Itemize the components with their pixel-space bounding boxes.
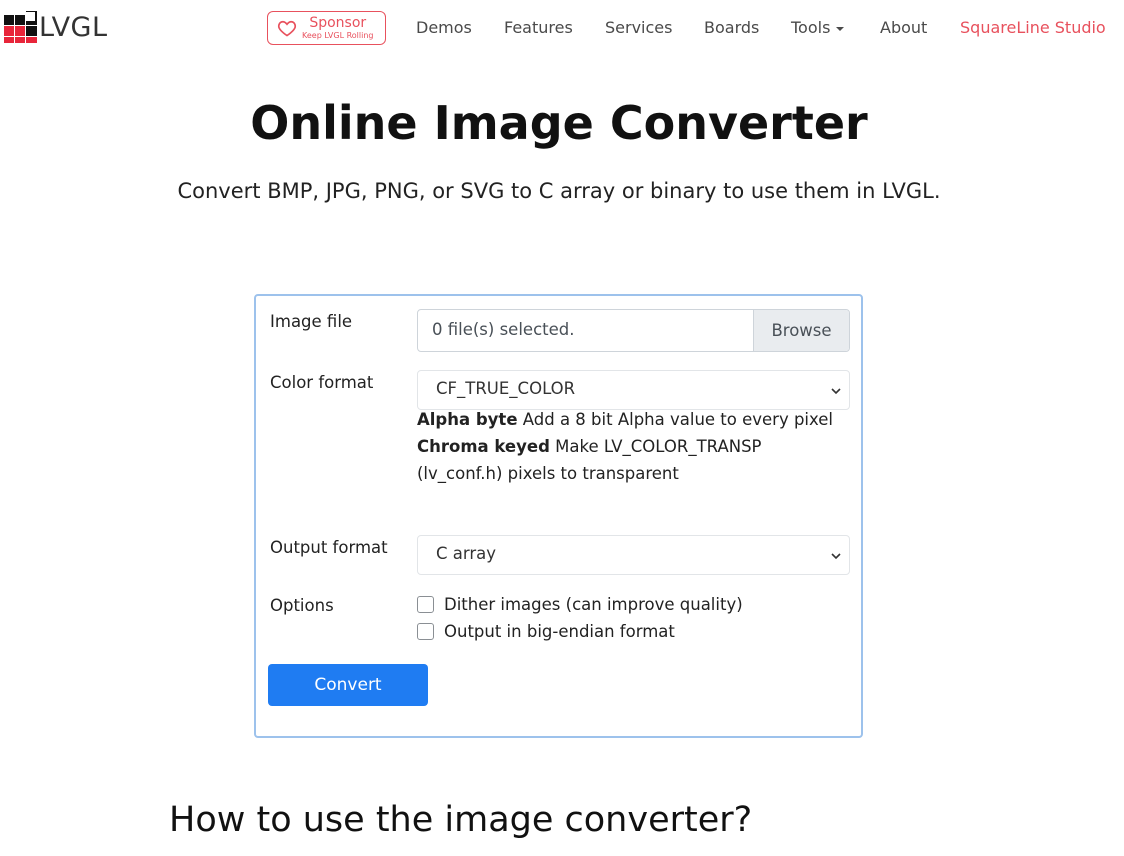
big-endian-label: Output in big-endian format [444, 622, 675, 641]
help-chroma: Chroma keyed Make LV_COLOR_TRANSP (lv_co… [417, 433, 847, 487]
output-format-label: Output format [270, 538, 388, 557]
how-to-heading: How to use the image converter? [169, 800, 753, 840]
help-alpha-title: Alpha byte [417, 410, 518, 429]
converter-form: Image file 0 file(s) selected. Browse Co… [254, 294, 863, 738]
color-format-select[interactable]: CF_TRUE_COLOR [417, 370, 850, 410]
dither-option[interactable]: Dither images (can improve quality) [417, 595, 743, 614]
image-file-label: Image file [270, 312, 353, 331]
nav-demos[interactable]: Demos [416, 18, 472, 37]
nav-services[interactable]: Services [605, 18, 672, 37]
options-label: Options [270, 596, 334, 615]
nav-features[interactable]: Features [504, 18, 573, 37]
help-alpha: Alpha byte Add a 8 bit Alpha value to ev… [417, 406, 847, 433]
page-title: Online Image Converter [250, 96, 868, 150]
nav-about[interactable]: About [880, 18, 927, 37]
navbar: LVGL Sponsor Keep LVGL Rolling Demos Fea… [0, 0, 1124, 56]
help-chroma-title: Chroma keyed [417, 437, 550, 456]
color-format-help: Alpha byte Add a 8 bit Alpha value to ev… [417, 406, 847, 487]
chevron-down-icon [831, 388, 841, 395]
nav-menu: Demos Features Services Boards Tools Abo… [0, 0, 1124, 56]
help-alpha-text: Add a 8 bit Alpha value to every pixel [517, 410, 834, 429]
dither-label: Dither images (can improve quality) [444, 595, 743, 614]
page-subtitle: Convert BMP, JPG, PNG, or SVG to C array… [177, 179, 941, 203]
convert-button[interactable]: Convert [268, 664, 428, 706]
dither-checkbox[interactable] [417, 596, 434, 613]
big-endian-checkbox[interactable] [417, 623, 434, 640]
image-file-input[interactable]: 0 file(s) selected. Browse [417, 309, 850, 352]
nav-tools-label: Tools [791, 18, 831, 37]
nav-boards[interactable]: Boards [704, 18, 759, 37]
color-format-label: Color format [270, 373, 374, 392]
file-status-text: 0 file(s) selected. [432, 320, 575, 339]
caret-down-icon [836, 26, 845, 31]
browse-button[interactable]: Browse [753, 310, 849, 351]
nav-tools[interactable]: Tools [791, 18, 845, 37]
output-format-value: C array [436, 544, 497, 563]
nav-squareline-studio[interactable]: SquareLine Studio [960, 18, 1106, 37]
output-format-select[interactable]: C array [417, 535, 850, 575]
big-endian-option[interactable]: Output in big-endian format [417, 622, 675, 641]
chevron-down-icon [831, 553, 841, 560]
color-format-value: CF_TRUE_COLOR [436, 379, 576, 398]
